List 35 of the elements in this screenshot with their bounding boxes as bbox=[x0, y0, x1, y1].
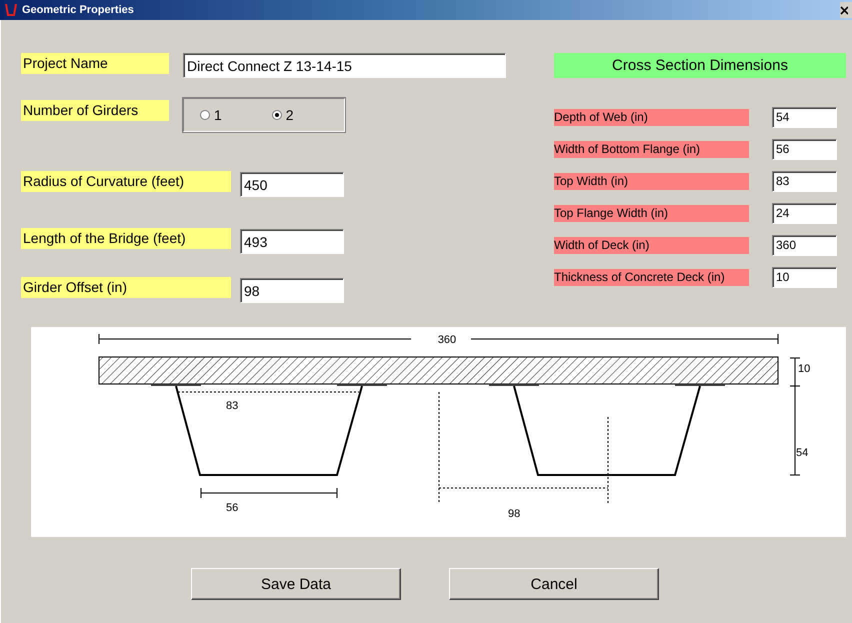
field-label: Top Flange Width (in) bbox=[554, 204, 749, 222]
section-header: Cross Section Dimensions bbox=[554, 53, 846, 78]
field-label: Depth of Web (in) bbox=[554, 108, 749, 126]
field-label: Thickness of Concrete Deck (in) bbox=[554, 268, 749, 286]
input-field[interactable]: 56 bbox=[772, 138, 837, 160]
dimension-label: 54 bbox=[796, 447, 808, 459]
input-field[interactable]: 450 bbox=[240, 172, 344, 197]
dimension-label: 10 bbox=[798, 363, 810, 375]
radio-button[interactable]: 2 bbox=[272, 107, 294, 123]
app-icon bbox=[4, 3, 18, 17]
input-field[interactable]: 493 bbox=[240, 229, 344, 254]
field-label: Top Width (in) bbox=[554, 172, 749, 190]
field-label: Girder Offset (in) bbox=[21, 277, 231, 298]
dimension-label: 56 bbox=[226, 502, 238, 514]
close-button[interactable] bbox=[840, 2, 852, 18]
field-label: Number of Girders bbox=[21, 100, 169, 121]
window-title: Geometric Properties bbox=[22, 4, 135, 16]
input-field[interactable]: 54 bbox=[772, 106, 837, 128]
project-name-field[interactable]: Direct Connect Z 13-14-15 bbox=[183, 53, 506, 78]
field-label: Width of Deck (in) bbox=[554, 236, 749, 254]
dimension-label: 83 bbox=[226, 400, 238, 412]
input-field[interactable]: 98 bbox=[240, 278, 344, 303]
dialog-button[interactable]: Cancel bbox=[449, 568, 659, 600]
input-field[interactable]: 360 bbox=[772, 234, 837, 256]
field-label: Length of the Bridge (feet) bbox=[21, 228, 231, 249]
input-field[interactable]: 10 bbox=[772, 266, 837, 288]
dimension-label: 360 bbox=[438, 334, 456, 346]
dimension-label: 98 bbox=[508, 508, 520, 520]
dialog-button[interactable]: Save Data bbox=[191, 568, 401, 600]
field-label: Width of Bottom Flange (in) bbox=[554, 140, 749, 158]
radio-button[interactable]: 1 bbox=[200, 107, 222, 123]
input-field[interactable]: 24 bbox=[772, 202, 837, 224]
field-label: Radius of Curvature (feet) bbox=[21, 171, 231, 192]
field-label: Project Name bbox=[21, 53, 169, 74]
input-field[interactable]: 83 bbox=[772, 170, 837, 192]
